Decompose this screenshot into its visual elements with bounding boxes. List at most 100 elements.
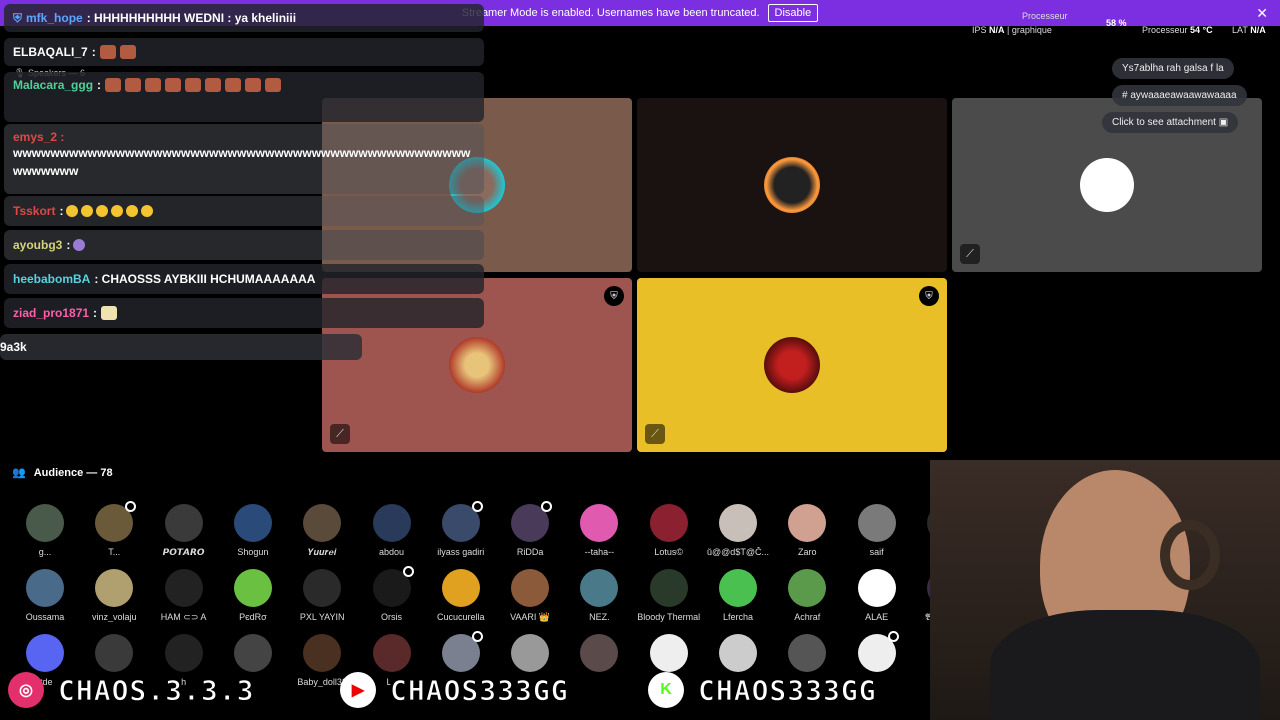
audience-member[interactable]: RiDDa bbox=[495, 501, 565, 557]
moderator-shield-icon: ⛨ bbox=[604, 286, 624, 306]
avatar bbox=[164, 634, 203, 672]
chat-message: ⛨ mfk_hope : HHHHHHHHHH WEDNI : ya kheli… bbox=[4, 4, 484, 32]
webcam-feed bbox=[930, 460, 1280, 720]
audience-member[interactable]: Shogun bbox=[218, 504, 288, 557]
audience-member[interactable]: --taha-- bbox=[564, 504, 634, 557]
emote-icon bbox=[165, 78, 182, 92]
audience-member[interactable]: Zaro bbox=[772, 504, 842, 557]
image-icon: ▣ bbox=[1218, 117, 1229, 128]
laughing-emoji-icon bbox=[66, 205, 79, 217]
status-badge bbox=[471, 631, 483, 642]
cpu-temp: Processeur 54 °C bbox=[1142, 25, 1213, 35]
audience-member[interactable]: Orsis bbox=[357, 566, 427, 622]
avatar bbox=[719, 504, 757, 542]
chat-user: Tsskort bbox=[13, 204, 56, 218]
chat-text: : HHHHHHHHHH WEDNI : ya kheliniii bbox=[86, 11, 297, 25]
audience-member[interactable]: NEZ. bbox=[564, 569, 634, 622]
audience-member[interactable]: Lotus© bbox=[634, 504, 704, 557]
avatar bbox=[95, 569, 134, 607]
chat-text: wwwwwwwwwwwwwwwwwwwwwwwwwwwwwwwwwwwwwwww… bbox=[13, 146, 471, 178]
audience-member[interactable]: ALAE bbox=[842, 569, 912, 622]
chat-user: ziad_pro1871 bbox=[13, 306, 90, 320]
chat-text: : bbox=[59, 204, 64, 218]
avatar bbox=[441, 569, 480, 607]
fps-readout: IPS N/A | graphique bbox=[972, 25, 1052, 35]
audience-member[interactable]: T... bbox=[79, 501, 149, 557]
chat-text: : bbox=[66, 238, 71, 252]
avatar bbox=[233, 569, 272, 607]
audience-member[interactable]: PXL YAYIN bbox=[287, 569, 357, 622]
avatar bbox=[441, 501, 483, 542]
chat-text: : CHAOSSS AYBKIII HCHUMAAAAAAA bbox=[94, 272, 316, 286]
moderator-shield-icon: ⛨ bbox=[919, 286, 939, 306]
audience-member-name: Oussama bbox=[25, 612, 65, 622]
audience-member-name: vinz_volaju bbox=[92, 612, 137, 622]
chat-message: 9a3k bbox=[0, 334, 362, 360]
emote-icon bbox=[185, 78, 202, 92]
audience-member[interactable]: Oussama bbox=[10, 569, 80, 622]
attachment-message[interactable]: Click to see attachment ▣ bbox=[1102, 112, 1239, 133]
audience-member-name: ŭ@@d$T@Č... bbox=[707, 547, 769, 557]
avatar bbox=[303, 504, 342, 542]
audience-member[interactable]: g... bbox=[10, 504, 80, 557]
stage-tile-5[interactable]: ⛨ ⟋ bbox=[637, 278, 947, 452]
avatar bbox=[95, 501, 137, 542]
audience-member-name: PєdRσ bbox=[239, 612, 267, 622]
avatar bbox=[164, 504, 203, 542]
audience-title: Audience — 78 bbox=[33, 466, 113, 479]
chat-user: mfk_hope bbox=[26, 11, 83, 25]
audience-member-name: abdou bbox=[378, 547, 405, 557]
avatar bbox=[233, 634, 272, 672]
audience-member-name: Lfercha bbox=[722, 612, 754, 622]
chat-user: emys_2 : bbox=[13, 130, 65, 144]
audience-member-name: Achraf bbox=[794, 612, 821, 622]
avatar bbox=[649, 569, 688, 607]
audience-member[interactable]: Achraf bbox=[772, 569, 842, 622]
emote-icon bbox=[73, 239, 86, 251]
audience-member[interactable]: ŭ@@d$T@Č... bbox=[703, 504, 773, 557]
mic-muted-icon: ⟋ bbox=[960, 244, 980, 264]
status-badge bbox=[125, 501, 137, 512]
chat-text: : bbox=[93, 306, 98, 320]
emote-icon bbox=[145, 78, 162, 92]
kick-icon: K bbox=[648, 672, 684, 708]
close-icon[interactable]: ✕ bbox=[1256, 5, 1268, 22]
avatar bbox=[857, 504, 896, 542]
audience-member-name: HAM ⊂⊃ A bbox=[160, 612, 207, 622]
audience-member-name: VAARI 👑 bbox=[510, 612, 551, 622]
mic-muted-icon: ⟋ bbox=[330, 424, 350, 444]
speaker-avatar bbox=[449, 337, 505, 393]
avatar bbox=[788, 634, 827, 672]
speaker-avatar bbox=[764, 157, 820, 213]
audience-member[interactable]: Cucucurella bbox=[426, 569, 496, 622]
avatar bbox=[719, 569, 757, 607]
chat-text: : bbox=[91, 45, 96, 59]
audience-member[interactable]: Bloody Thermal bbox=[634, 569, 704, 622]
audience-member-name: Orsis bbox=[381, 612, 402, 622]
audience-member[interactable]: saif bbox=[842, 504, 912, 557]
disable-button[interactable]: Disable bbox=[767, 4, 819, 22]
avatar bbox=[95, 634, 134, 672]
audience-member[interactable]: vinz_volaju bbox=[79, 569, 149, 622]
audience-member-name: T... bbox=[108, 547, 121, 557]
audience-member[interactable]: abdou bbox=[357, 504, 427, 557]
chat-user: ELBAQALI_7 bbox=[13, 45, 88, 59]
avatar bbox=[26, 634, 64, 672]
audience-member-name: 𝒀𝒖𝒖𝒓𝒆𝒊 bbox=[308, 547, 337, 557]
audience-header[interactable]: 👥 Audience — 78 bbox=[12, 466, 113, 480]
audience-member-name: --taha-- bbox=[584, 547, 615, 557]
chat-user: ayoubg3 bbox=[13, 238, 63, 252]
audience-member[interactable]: HAM ⊂⊃ A bbox=[149, 569, 219, 623]
avatar bbox=[719, 634, 757, 672]
status-badge bbox=[541, 501, 553, 512]
stage-tile-2[interactable] bbox=[637, 98, 947, 272]
audience-member[interactable]: 𝒀𝒖𝒖𝒓𝒆𝒊 bbox=[287, 504, 357, 558]
audience-member[interactable]: Lfercha bbox=[703, 569, 773, 622]
audience-member[interactable]: 𝙋𝙊𝙏𝘼𝙍𝙊 bbox=[149, 504, 219, 558]
people-icon: 👥 bbox=[12, 467, 26, 479]
headphones bbox=[1160, 520, 1220, 590]
audience-member[interactable]: ilyass gadiri bbox=[426, 501, 496, 557]
audience-member[interactable]: VAARI 👑 bbox=[495, 569, 565, 623]
avatar bbox=[26, 569, 64, 607]
audience-member[interactable]: PєdRσ bbox=[218, 569, 288, 622]
